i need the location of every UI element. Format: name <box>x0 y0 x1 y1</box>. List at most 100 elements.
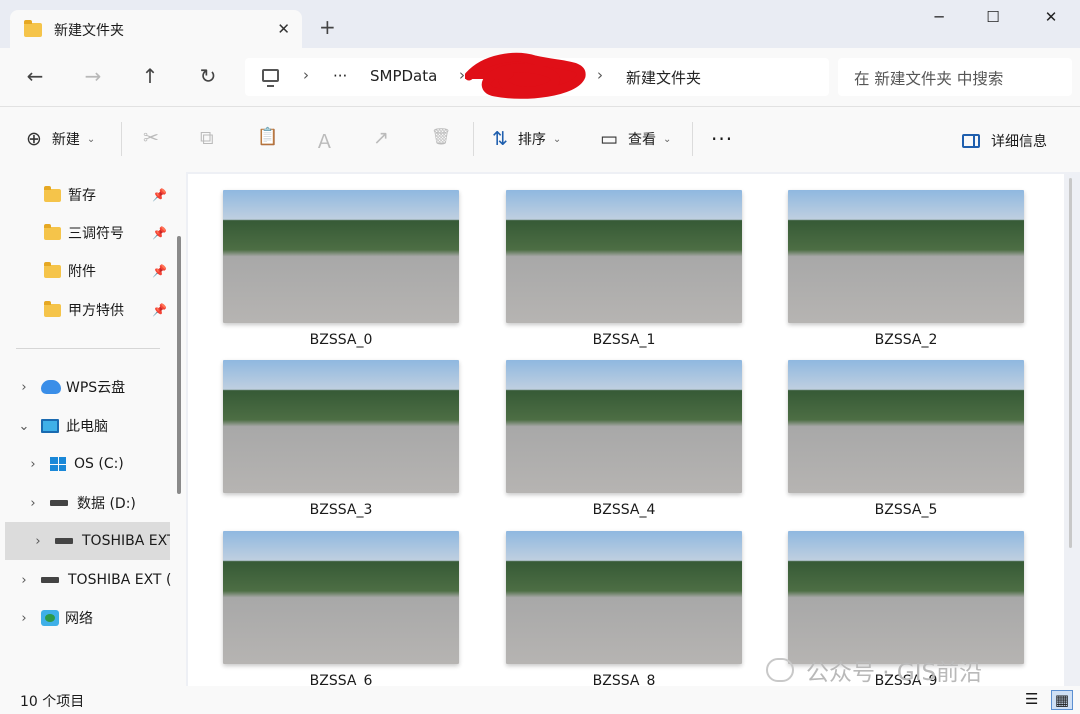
file-name[interactable]: BZSSA_2 <box>788 332 1024 348</box>
refresh-button[interactable]: ↻ <box>194 64 222 88</box>
breadcrumb-smpdata[interactable]: SMPData <box>370 67 437 85</box>
windows-drive-icon <box>50 457 66 471</box>
item-count: 10 个项目 <box>20 694 85 710</box>
new-button[interactable]: ⊕ 新建 ⌄ <box>26 128 95 150</box>
sidebar-item-drive-d[interactable]: › 数据 (D:) <box>0 485 172 521</box>
chevron-right-icon[interactable]: › <box>31 534 45 549</box>
pin-icon: 📌 <box>152 303 167 317</box>
toolbar-divider <box>692 122 693 156</box>
breadcrumb-separator: › <box>597 66 603 84</box>
rename-icon[interactable]: Ａ <box>315 127 334 154</box>
sidebar-item-label: OS (C:) <box>74 456 124 472</box>
pin-icon: 📌 <box>152 226 167 240</box>
sidebar-item-drive-c[interactable]: › OS (C:) <box>0 446 172 482</box>
drive-icon <box>41 577 59 583</box>
file-name[interactable]: BZSSA_6 <box>223 673 459 686</box>
navigation-pane: 暂存 📌 三调符号 📌 附件 📌 甲方特供 📌 › WPS云盘 ⌄ 此电脑 › … <box>0 172 186 686</box>
new-tab-button[interactable]: + <box>319 17 336 37</box>
drive-icon <box>50 500 68 506</box>
file-name[interactable]: BZSSA_5 <box>788 502 1024 518</box>
details-pane-button[interactable]: 详细信息 <box>962 131 1047 151</box>
sidebar-item-jiafang[interactable]: 甲方特供 📌 <box>0 292 172 328</box>
toolbar-divider <box>121 122 122 156</box>
sidebar-item-toshiba[interactable]: › TOSHIBA EXT ( <box>0 562 172 598</box>
file-name[interactable]: BZSSA_4 <box>506 502 742 518</box>
sort-button[interactable]: ⇅ 排序 ⌄ <box>492 128 561 150</box>
file-thumbnail[interactable] <box>788 531 1024 664</box>
computer-icon <box>262 69 279 87</box>
details-pane-icon <box>962 134 980 148</box>
details-view-icon[interactable]: ☰ <box>1025 690 1038 708</box>
thumbnail-view-icon[interactable]: ▦ <box>1051 690 1073 710</box>
folder-icon <box>24 20 42 37</box>
content-scrollbar[interactable] <box>1069 178 1072 548</box>
details-label: 详细信息 <box>991 134 1047 150</box>
copy-icon[interactable]: ⧉ <box>200 127 214 149</box>
back-button[interactable]: ← <box>21 64 49 88</box>
minimize-button[interactable]: ─ <box>916 8 962 30</box>
sort-label: 排序 <box>517 132 546 148</box>
folder-icon <box>44 223 61 240</box>
more-options-icon[interactable]: ··· <box>711 127 733 151</box>
sidebar-item-santiao[interactable]: 三调符号 📌 <box>0 215 172 251</box>
file-name[interactable]: BZSSA_8 <box>506 673 742 686</box>
paste-icon[interactable]: 📋 <box>257 127 278 147</box>
close-window-button[interactable]: ✕ <box>1028 8 1074 30</box>
breadcrumb-more[interactable]: ··· <box>333 67 347 85</box>
sidebar-item-toshiba-selected[interactable]: › TOSHIBA EXT <box>5 522 170 560</box>
delete-icon[interactable]: 🗑 <box>431 127 451 146</box>
file-thumbnail[interactable] <box>788 190 1024 323</box>
pin-icon: 📌 <box>152 188 167 202</box>
sidebar-item-zancun[interactable]: 暂存 📌 <box>0 177 172 213</box>
chevron-right-icon[interactable]: › <box>26 457 40 472</box>
view-icon: ▭ <box>600 128 618 150</box>
file-thumbnail[interactable] <box>223 531 459 664</box>
chevron-down-icon: ⌄ <box>552 133 562 145</box>
file-thumbnail[interactable] <box>506 190 742 323</box>
file-thumbnail[interactable] <box>223 360 459 493</box>
cut-icon[interactable]: ✂ <box>143 127 159 149</box>
sidebar-item-label: 附件 <box>68 264 96 280</box>
tab-close-icon[interactable]: ✕ <box>277 20 290 38</box>
chevron-right-icon[interactable]: › <box>17 380 31 395</box>
breadcrumb-separator: › <box>303 66 309 84</box>
sidebar-item-wps[interactable]: › WPS云盘 <box>0 369 172 405</box>
sidebar-item-label: 此电脑 <box>66 419 108 435</box>
tab-current-folder[interactable]: 新建文件夹 ✕ <box>10 10 302 50</box>
status-bar: 10 个项目 ☰ ▦ <box>0 686 1080 714</box>
chevron-down-icon[interactable]: ⌄ <box>17 419 31 434</box>
search-input[interactable]: 在 新建文件夹 中搜索 <box>838 58 1072 96</box>
sidebar-item-label: TOSHIBA EXT ( <box>68 572 172 588</box>
chevron-right-icon[interactable]: › <box>17 573 31 588</box>
sidebar-item-network[interactable]: › 网络 <box>0 600 172 636</box>
command-bar: ⊕ 新建 ⌄ ✂ ⧉ 📋 Ａ ↗ 🗑 ⇅ 排序 ⌄ ▭ 查看 ⌄ ··· 详细信… <box>0 106 1080 172</box>
file-thumbnail[interactable] <box>506 360 742 493</box>
file-thumbnail[interactable] <box>506 531 742 664</box>
sidebar-item-label: 三调符号 <box>68 226 124 242</box>
file-name[interactable]: BZSSA_1 <box>506 332 742 348</box>
network-icon <box>41 610 59 626</box>
maximize-button[interactable]: ☐ <box>970 8 1016 30</box>
wechat-icon <box>766 658 794 682</box>
file-thumbnail[interactable] <box>788 360 1024 493</box>
sidebar-item-thispc[interactable]: ⌄ 此电脑 <box>0 408 172 444</box>
file-name[interactable]: BZSSA_3 <box>223 502 459 518</box>
monitor-icon <box>41 419 59 433</box>
chevron-down-icon: ⌄ <box>662 133 672 145</box>
add-icon: ⊕ <box>26 128 42 150</box>
up-button[interactable]: ↑ <box>136 64 164 88</box>
chevron-right-icon[interactable]: › <box>26 496 40 511</box>
share-icon[interactable]: ↗ <box>373 127 389 149</box>
sidebar-item-fujian[interactable]: 附件 📌 <box>0 253 172 289</box>
view-button[interactable]: ▭ 查看 ⌄ <box>600 128 671 150</box>
toolbar-divider <box>473 122 474 156</box>
folder-icon <box>44 185 61 202</box>
file-thumbnail[interactable] <box>223 190 459 323</box>
chevron-right-icon[interactable]: › <box>17 611 31 626</box>
cloud-icon <box>41 380 61 394</box>
breadcrumb-current-folder[interactable]: 新建文件夹 <box>626 67 701 88</box>
sidebar-item-label: 网络 <box>65 611 93 627</box>
sidebar-scrollbar[interactable] <box>177 236 181 494</box>
forward-button[interactable]: → <box>79 64 107 88</box>
file-name[interactable]: BZSSA_0 <box>223 332 459 348</box>
